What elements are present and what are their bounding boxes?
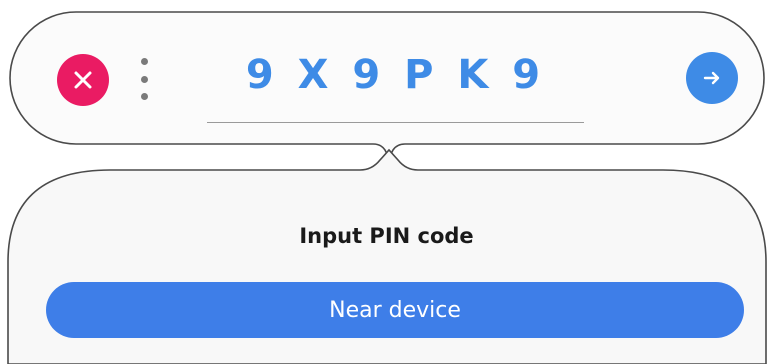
more-options-button[interactable] (134, 58, 154, 100)
close-icon (74, 71, 92, 89)
arrow-right-icon (703, 71, 720, 85)
pin-underline (207, 122, 584, 123)
pin-code-display[interactable]: 9 X 9 P K 9 (207, 49, 584, 101)
more-vertical-icon (140, 58, 148, 65)
near-device-button[interactable]: Near device (46, 282, 744, 338)
pin-pairing-popup: 9 X 9 P K 9 Input PIN code Near device (0, 0, 773, 364)
close-button[interactable] (57, 54, 109, 106)
prompt-title: Input PIN code (299, 224, 474, 248)
next-button[interactable] (686, 52, 738, 104)
